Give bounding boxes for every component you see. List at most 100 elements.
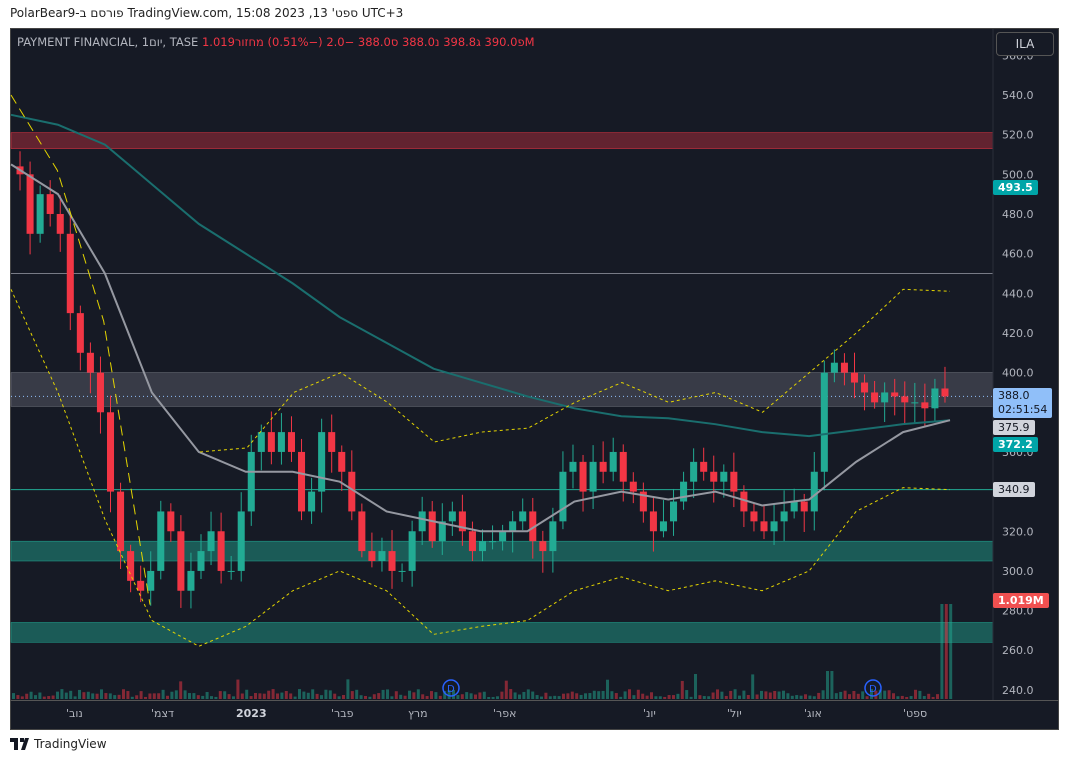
candle-body (670, 501, 678, 522)
candle-body (489, 541, 497, 543)
volume-bar (359, 695, 363, 699)
volume-bar (645, 695, 649, 699)
volume-bar (381, 689, 385, 699)
volume-bar (518, 694, 521, 699)
low-value: נ388.0 (401, 35, 440, 49)
ma-short-tag: 375.9 (993, 420, 1035, 435)
volume-bar (232, 696, 235, 699)
candle-body (589, 461, 597, 492)
volume-bar (812, 696, 816, 699)
volume-bar (324, 689, 328, 699)
volume-bar (73, 696, 77, 699)
volume-bar (768, 692, 772, 699)
volume-bar (460, 694, 464, 699)
dividend-label: D (869, 684, 877, 695)
volume-bar (394, 691, 398, 699)
volume-bar (667, 695, 671, 699)
currency-button[interactable]: ILA (996, 32, 1054, 56)
volume-bar (650, 692, 653, 699)
volume-bar (944, 604, 948, 699)
candle-body (780, 511, 788, 522)
volume-bar (914, 689, 917, 699)
volume-bar (298, 689, 301, 699)
candle-body (147, 570, 155, 591)
volume-bar (474, 694, 477, 699)
price-chart[interactable]: 560.0540.0520.0500.0480.0460.0440.0420.0… (0, 0, 1067, 763)
volume-bar (562, 693, 565, 699)
candle-body (760, 521, 768, 532)
volume-bar (280, 692, 284, 699)
volume-bar (201, 695, 205, 699)
volume-bar (108, 693, 112, 699)
volume-bar (504, 680, 508, 699)
candle-body (388, 551, 396, 571)
volume-bar (399, 694, 403, 699)
candle-body (398, 570, 406, 572)
high-value: ג398.8 (443, 35, 481, 49)
candle-body (921, 402, 929, 409)
volume-bar (135, 695, 139, 699)
volume-bar (689, 696, 693, 699)
tradingview-logo[interactable]: TradingView (10, 737, 107, 751)
volume-bar (724, 695, 728, 699)
y-tick-label: 400.0 (1002, 367, 1034, 380)
volume-bar (258, 693, 262, 699)
volume-bar (553, 695, 557, 699)
volume-bar (430, 691, 433, 699)
volume-bar (223, 691, 227, 699)
x-tick-label: 'יול (727, 707, 742, 720)
volume-bar (416, 689, 420, 699)
candle-body (680, 481, 688, 502)
candle-body (810, 471, 818, 512)
volume-bar (456, 695, 460, 699)
volume-bar (777, 691, 781, 699)
volume-bar (614, 693, 618, 699)
volume-bar (166, 695, 169, 699)
volume-bar (773, 690, 777, 699)
volume-bar (267, 690, 271, 699)
candle-body (157, 511, 165, 571)
volume-bar (685, 690, 689, 699)
volume-bar (746, 695, 750, 699)
volume-bar (117, 694, 121, 699)
volume-bar (804, 694, 807, 699)
volume-bar (588, 693, 592, 699)
y-tick-label: 540.0 (1002, 89, 1034, 102)
x-tick-label: 'אפר (493, 707, 517, 720)
candle-body (117, 491, 125, 552)
candle-body (750, 511, 758, 522)
volume-bar (628, 689, 631, 699)
volume-bar (478, 692, 482, 699)
candle-body (609, 451, 617, 472)
volume-bar (188, 693, 191, 699)
candle-body (468, 531, 476, 552)
candle-body (710, 471, 718, 482)
candle-body (519, 511, 527, 522)
volume-bar (408, 690, 411, 699)
candle-body (217, 531, 225, 571)
volume-bar (544, 692, 548, 699)
volume-bar (795, 695, 799, 699)
volume-bar (843, 690, 847, 699)
symbol-name[interactable]: PAYMENT FINANCIAL, 1יום, TASE (17, 35, 198, 49)
volume-bar (113, 695, 117, 699)
volume-bar (152, 693, 156, 699)
candle-body (690, 461, 698, 482)
candle-body (197, 551, 205, 571)
candle-body (800, 501, 808, 512)
symbol-legend: PAYMENT FINANCIAL, 1יום, TASE פ390.0 ג39… (17, 35, 535, 49)
candle-body (127, 551, 135, 581)
volume-bar (227, 694, 231, 699)
volume-bar (694, 674, 697, 699)
volume-bar (425, 696, 429, 699)
volume-bar (12, 693, 15, 699)
dividend-label: D (447, 684, 455, 695)
open-value: פ390.0 (484, 35, 525, 49)
volume-tag: 1.019M (993, 593, 1049, 608)
volume-bar (56, 691, 59, 699)
volume-bar (500, 691, 504, 699)
volume-bar (702, 696, 706, 699)
volume-bar (641, 693, 645, 699)
volume-bar (306, 692, 310, 699)
candle-body (247, 451, 255, 512)
